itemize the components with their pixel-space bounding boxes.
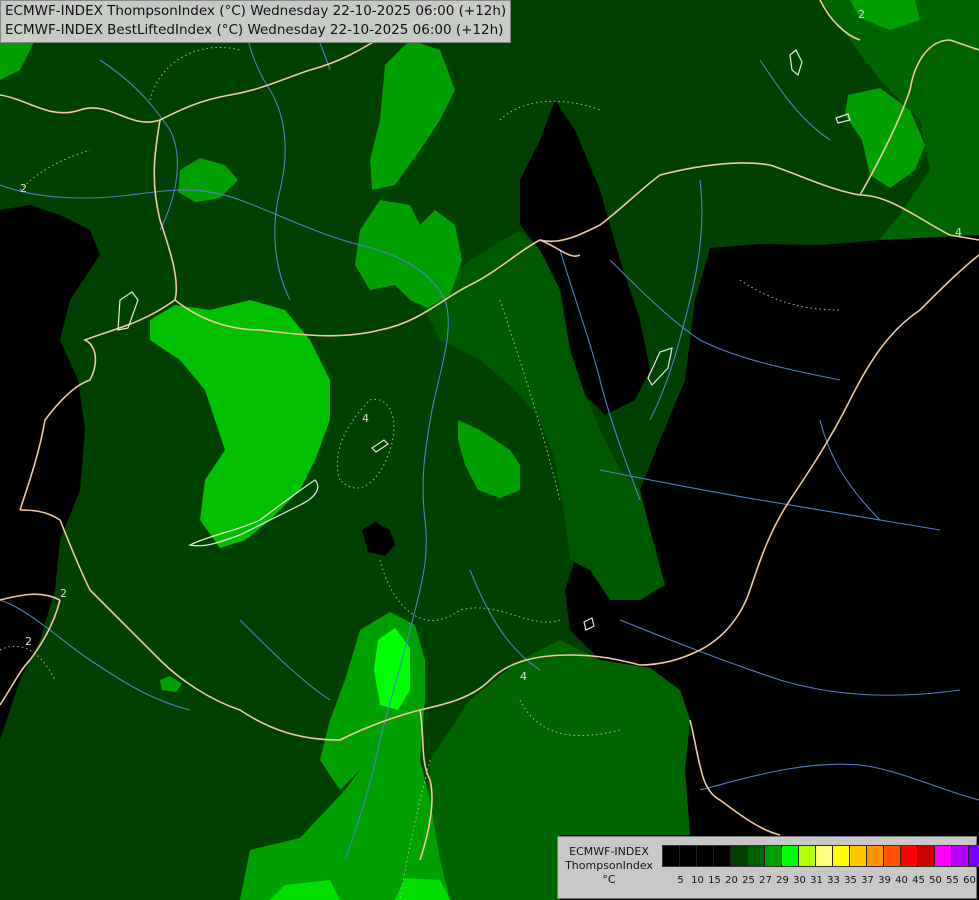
legend-label: ECMWF-INDEX ThompsonIndex °C (562, 845, 656, 887)
legend-tick: 33 (827, 875, 840, 886)
legend-swatch (680, 846, 697, 866)
color-legend: ECMWF-INDEX ThompsonIndex °C 5 10 15 20 25 27… (557, 836, 979, 899)
legend-tick: 35 (844, 875, 857, 886)
legend-parameter: ThompsonIndex (565, 859, 653, 872)
legend-tick: 39 (878, 875, 891, 886)
legend-swatch (969, 846, 979, 866)
legend-tick: 55 (946, 875, 959, 886)
map-title-thompson: ECMWF-INDEX ThompsonIndex (°C) Wednesday… (5, 3, 507, 19)
map-title-box: ECMWF-INDEX ThompsonIndex (°C) Wednesday… (0, 0, 512, 43)
legend-swatch (952, 846, 969, 866)
legend-swatch (850, 846, 867, 866)
forecast-map: 2 2 2 2 4 4 4 (0, 0, 979, 900)
legend-tick: 29 (776, 875, 789, 886)
legend-tick: 15 (708, 875, 721, 886)
legend-model: ECMWF-INDEX (569, 845, 649, 858)
contour-label: 2 (20, 182, 27, 195)
map-title-bestlifted: ECMWF-INDEX BestLiftedIndex (°C) Wednesd… (5, 22, 504, 38)
legend-swatch (697, 846, 714, 866)
contour-label: 4 (362, 412, 369, 425)
legend-swatch (799, 846, 816, 866)
legend-tick: 60 (963, 875, 976, 886)
legend-swatch (714, 846, 731, 866)
legend-tick: 30 (793, 875, 806, 886)
legend-swatch (918, 846, 935, 866)
legend-tick: 40 (895, 875, 908, 886)
legend-swatch (731, 846, 748, 866)
legend-tick: 20 (725, 875, 738, 886)
legend-swatch (901, 846, 918, 866)
legend-tick: 5 (677, 875, 684, 886)
legend-tick: 10 (691, 875, 704, 886)
contour-label: 2 (858, 8, 865, 21)
legend-swatch (884, 846, 901, 866)
legend-tick: 25 (742, 875, 755, 886)
legend-swatch (782, 846, 799, 866)
legend-tick: 37 (861, 875, 874, 886)
legend-swatches (662, 845, 979, 867)
legend-swatch (935, 846, 952, 866)
legend-swatch (867, 846, 884, 866)
legend-ticks: 5 10 15 20 25 27 29 30 31 33 35 37 39 40 45 50 55 60 (672, 875, 978, 886)
legend-swatch (765, 846, 782, 866)
legend-swatch (816, 846, 833, 866)
contour-label: 2 (60, 587, 67, 600)
legend-swatch (663, 846, 680, 866)
legend-swatch (833, 846, 850, 866)
contour-label: 4 (520, 670, 527, 683)
contour-label: 4 (955, 226, 962, 239)
legend-tick: 31 (810, 875, 823, 886)
legend-swatch (748, 846, 765, 866)
legend-tick: 45 (912, 875, 925, 886)
contour-label: 2 (25, 635, 32, 648)
legend-unit: °C (602, 873, 616, 886)
legend-tick: 50 (929, 875, 942, 886)
legend-tick: 27 (759, 875, 772, 886)
